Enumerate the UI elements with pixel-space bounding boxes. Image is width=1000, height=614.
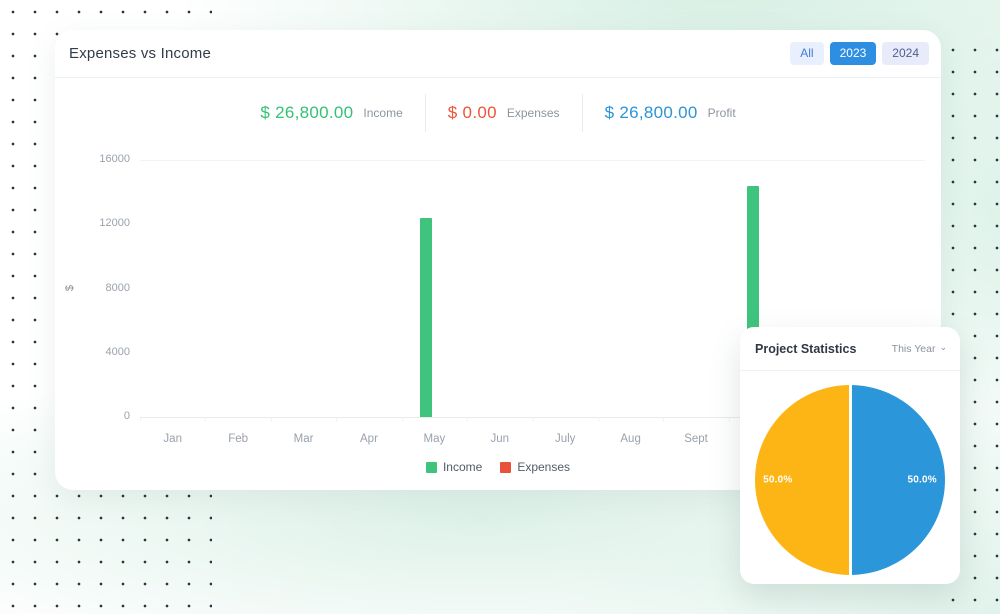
legend-item-expenses: Expenses: [500, 460, 570, 474]
summary-divider: [581, 94, 583, 132]
y-tick-label: 12000: [99, 217, 130, 230]
summary-amount: $ 26,800.00: [260, 103, 354, 122]
x-axis-tick: [336, 417, 338, 421]
x-axis-tick: [401, 417, 403, 421]
legend-swatch: [425, 461, 437, 473]
year-filter-tabs: All 2023 2024: [790, 42, 929, 65]
month-label: Apr: [360, 433, 378, 445]
month-label: Aug: [620, 433, 641, 445]
y-tick-label: 4000: [105, 345, 130, 358]
tab-2024[interactable]: 2024: [882, 42, 929, 65]
summary-expenses: $ 0.00 Expenses: [448, 103, 560, 123]
pie-separator: [848, 385, 852, 575]
month-label: July: [554, 433, 576, 445]
legend-item-income: Income: [425, 460, 483, 474]
summary-divider: [424, 94, 426, 132]
legend-swatch: [500, 461, 512, 473]
legend-label: Expenses: [517, 460, 571, 474]
x-axis-tick: [205, 417, 207, 421]
summary-label: Profit: [707, 106, 736, 120]
period-label: This Year: [891, 342, 936, 355]
month-label: Mar: [293, 433, 314, 445]
pie-chart-wrap: 50.0% 50.0%: [755, 385, 945, 575]
x-axis-tick: [663, 417, 665, 421]
legend-label: Income: [442, 460, 483, 474]
y-axis-title: $: [64, 284, 77, 292]
x-axis-tick: [728, 417, 730, 421]
month-label: May: [423, 433, 446, 445]
dashboard-page: Expenses vs Income All 2023 2024 $ 26,800.…: [0, 0, 1000, 614]
stats-header: Project Statistics This Year ⌄: [740, 327, 960, 371]
month-label: Sept: [684, 433, 708, 445]
summary-label: Expenses: [506, 106, 560, 120]
card-title: Expenses vs Income: [69, 45, 211, 62]
month-label: Feb: [228, 433, 249, 445]
summary-profit: $ 26,800.00 Profit: [605, 103, 736, 123]
month-label: Jan: [163, 433, 182, 445]
x-axis-tick: [467, 417, 469, 421]
income-bar: [420, 217, 433, 417]
x-axis-tick: [597, 417, 599, 421]
x-axis-tick: [532, 417, 534, 421]
y-tick-label: 16000: [99, 153, 130, 165]
gridline: [140, 160, 925, 161]
tab-2023[interactable]: 2023: [829, 42, 877, 65]
pie-slice-label: 50.0%: [907, 474, 937, 486]
x-axis-tick: [270, 417, 272, 421]
summary-amount: $ 0.00: [447, 103, 497, 122]
y-tick-label: 0: [123, 410, 130, 422]
summary-amount: $ 26,800.00: [604, 103, 698, 122]
month-label: Jun: [490, 433, 510, 445]
project-statistics-card: Project Statistics This Year ⌄ 50.0% 50.0…: [740, 327, 960, 584]
card-header: Expenses vs Income All 2023 2024: [55, 30, 941, 78]
summary-income: $ 26,800.00 Income: [260, 103, 402, 123]
period-dropdown[interactable]: This Year ⌄: [891, 342, 947, 355]
x-axis-tick: [140, 417, 141, 421]
pie-slice-label: 50.0%: [763, 474, 793, 486]
stats-title: Project Statistics: [755, 341, 857, 356]
summary-label: Income: [363, 106, 403, 120]
y-tick-label: 8000: [105, 281, 130, 294]
chevron-down-icon: ⌄: [939, 342, 947, 352]
summary-row: $ 26,800.00 Income $ 0.00 Expenses $ 26,800.…: [55, 78, 941, 148]
tab-all[interactable]: All: [790, 42, 824, 65]
